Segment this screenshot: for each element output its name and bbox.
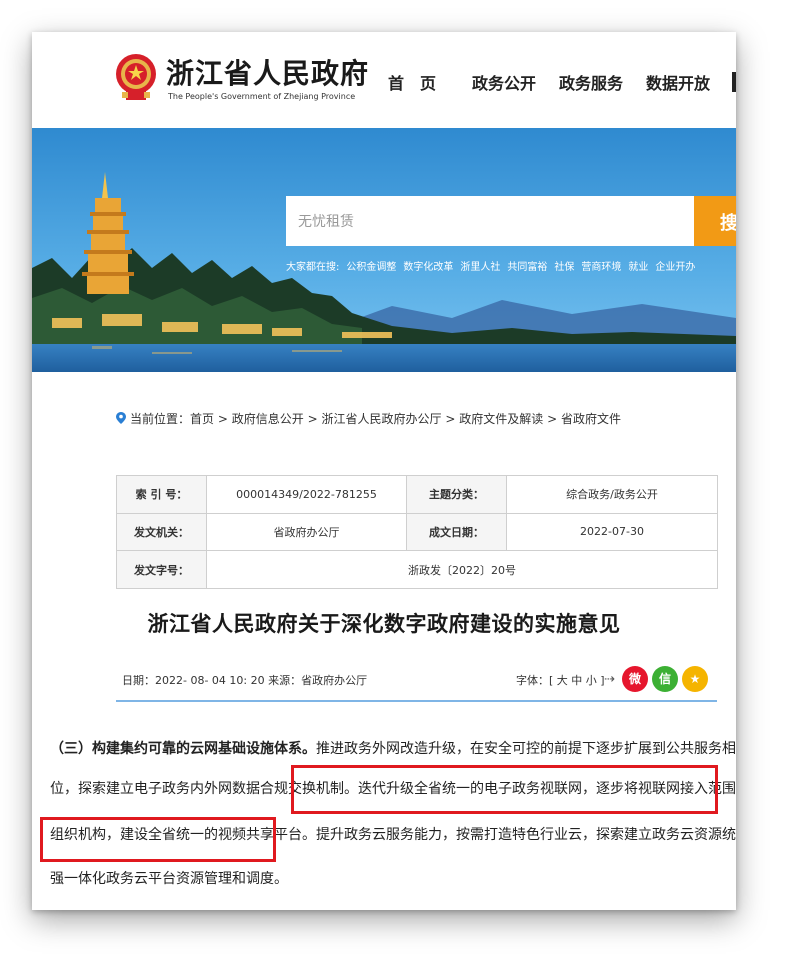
breadcrumb-item[interactable]: 浙江省人民政府办公厅	[321, 412, 441, 426]
location-pin-icon	[116, 412, 126, 424]
article-line: 强一体化政务云平台资源管理和调度。	[50, 871, 288, 887]
nav-gov-services[interactable]: 政务服务	[559, 70, 623, 94]
breadcrumb: 当前位置：首页 > 政府信息公开 > 浙江省人民政府办公厅 > 政府文件及解读 …	[116, 410, 621, 427]
hot-search-item[interactable]: 浙里人社	[460, 262, 500, 273]
breadcrumb-separator: >	[307, 412, 318, 426]
breadcrumb-item[interactable]: 政府文件及解读	[459, 412, 543, 426]
site-title[interactable]: 浙江省人民政府	[166, 52, 369, 92]
index-label: 索 引 号：	[116, 475, 207, 514]
site-subtitle: The People's Government of Zhejiang Prov…	[168, 92, 356, 101]
article-line: （三）构建集约可靠的云网基础设施体系。推进政务外网改造升级，在安全可控的前提下逐…	[50, 738, 736, 758]
docno-label: 发文字号：	[116, 550, 207, 589]
date-label: 成文日期：	[406, 512, 507, 552]
breadcrumb-separator: >	[217, 412, 228, 426]
table-row: 发文字号： 浙政发〔2022〕20号	[116, 550, 718, 589]
hot-search-item[interactable]: 营商环境	[581, 262, 621, 273]
issuer-label: 发文机关：	[116, 512, 207, 552]
search-button-label: 搜	[720, 213, 736, 234]
table-row: 发文机关： 省政府办公厅 成文日期： 2022-07-30	[116, 512, 718, 552]
nav-item-cut-off[interactable]	[732, 72, 736, 92]
nav-data-open[interactable]: 数据开放	[646, 70, 710, 94]
search-button[interactable]: 搜	[694, 196, 736, 246]
highlight-box	[40, 817, 276, 862]
breadcrumb-item[interactable]: 政府信息公开	[232, 412, 304, 426]
font-size-switch[interactable]: 字体：[ 大 中 小 ]	[516, 672, 605, 688]
topic-label: 主题分类：	[406, 475, 507, 514]
hot-search-item[interactable]: 社保	[554, 262, 574, 273]
topic-value: 综合政务/政务公开	[506, 475, 718, 514]
national-emblem-icon[interactable]	[114, 52, 158, 102]
date-value: 2022-07-30	[506, 512, 718, 552]
west-lake-night-image	[32, 128, 736, 372]
issuer-value: 省政府办公厅	[206, 512, 407, 552]
section-heading: （三）构建集约可靠的云网基础设施体系。	[50, 741, 316, 757]
hot-search-item[interactable]: 公积金调整	[346, 262, 396, 273]
docno-value: 浙政发〔2022〕20号	[206, 550, 718, 589]
breadcrumb-prefix: 当前位置：	[130, 412, 191, 426]
hot-search-item[interactable]: 就业	[628, 262, 648, 273]
article-title: 浙江省人民政府关于深化数字政府建设的实施意见	[147, 612, 621, 636]
nav-home[interactable]: 首 页	[388, 70, 436, 94]
hot-search-item[interactable]: 数字化改革	[403, 262, 453, 273]
document-info-table: 索 引 号： 000014349/2022-781255 主题分类： 综合政务/…	[116, 475, 718, 589]
highlight-box	[291, 765, 718, 814]
breadcrumb-item[interactable]: 首页	[190, 412, 214, 426]
wechat-icon[interactable]: 信	[652, 666, 678, 692]
hot-search-row: 大家都在搜: 公积金调整 数字化改革 浙里人社 共同富裕 社保 营商环境 就业 企业开办	[286, 258, 702, 273]
hot-search-item[interactable]: 共同富裕	[507, 262, 547, 273]
hot-search-item[interactable]: 企业开办	[655, 262, 695, 273]
article-meta: 日期：2022- 08- 04 10: 20 来源：省政府办公厅	[122, 674, 368, 687]
breadcrumb-separator: >	[445, 412, 456, 426]
breadcrumb-item[interactable]: 省政府文件	[561, 412, 621, 426]
hot-search-prefix: 大家都在搜:	[286, 262, 340, 273]
search-placeholder: 无忧租赁	[298, 214, 354, 230]
article-line-text: 推进政务外网改造升级，在安全可控的前提下逐步扩展到公共服务相关企事业单	[316, 741, 736, 757]
hero-banner: 无忧租赁 搜 大家都在搜: 公积金调整 数字化改革 浙里人社 共同富裕 社保 营商环境 就业企…	[32, 128, 736, 372]
search-input[interactable]: 无忧租赁	[286, 196, 694, 246]
site-header: 浙江省人民政府 The People's Government of Zheji…	[32, 32, 736, 128]
nav-gov-affairs-public[interactable]: 政务公开	[472, 70, 536, 94]
breadcrumb-separator: >	[547, 412, 558, 426]
weibo-icon[interactable]: 微	[622, 666, 648, 692]
favorite-icon[interactable]: ★	[682, 666, 708, 692]
index-value: 000014349/2022-781255	[206, 475, 407, 514]
share-icon[interactable]: ⇢	[604, 672, 615, 687]
meta-divider	[116, 700, 717, 702]
table-row: 索 引 号： 000014349/2022-781255 主题分类： 综合政务/…	[116, 475, 718, 514]
browser-page: 浙江省人民政府 The People's Government of Zheji…	[32, 32, 736, 910]
